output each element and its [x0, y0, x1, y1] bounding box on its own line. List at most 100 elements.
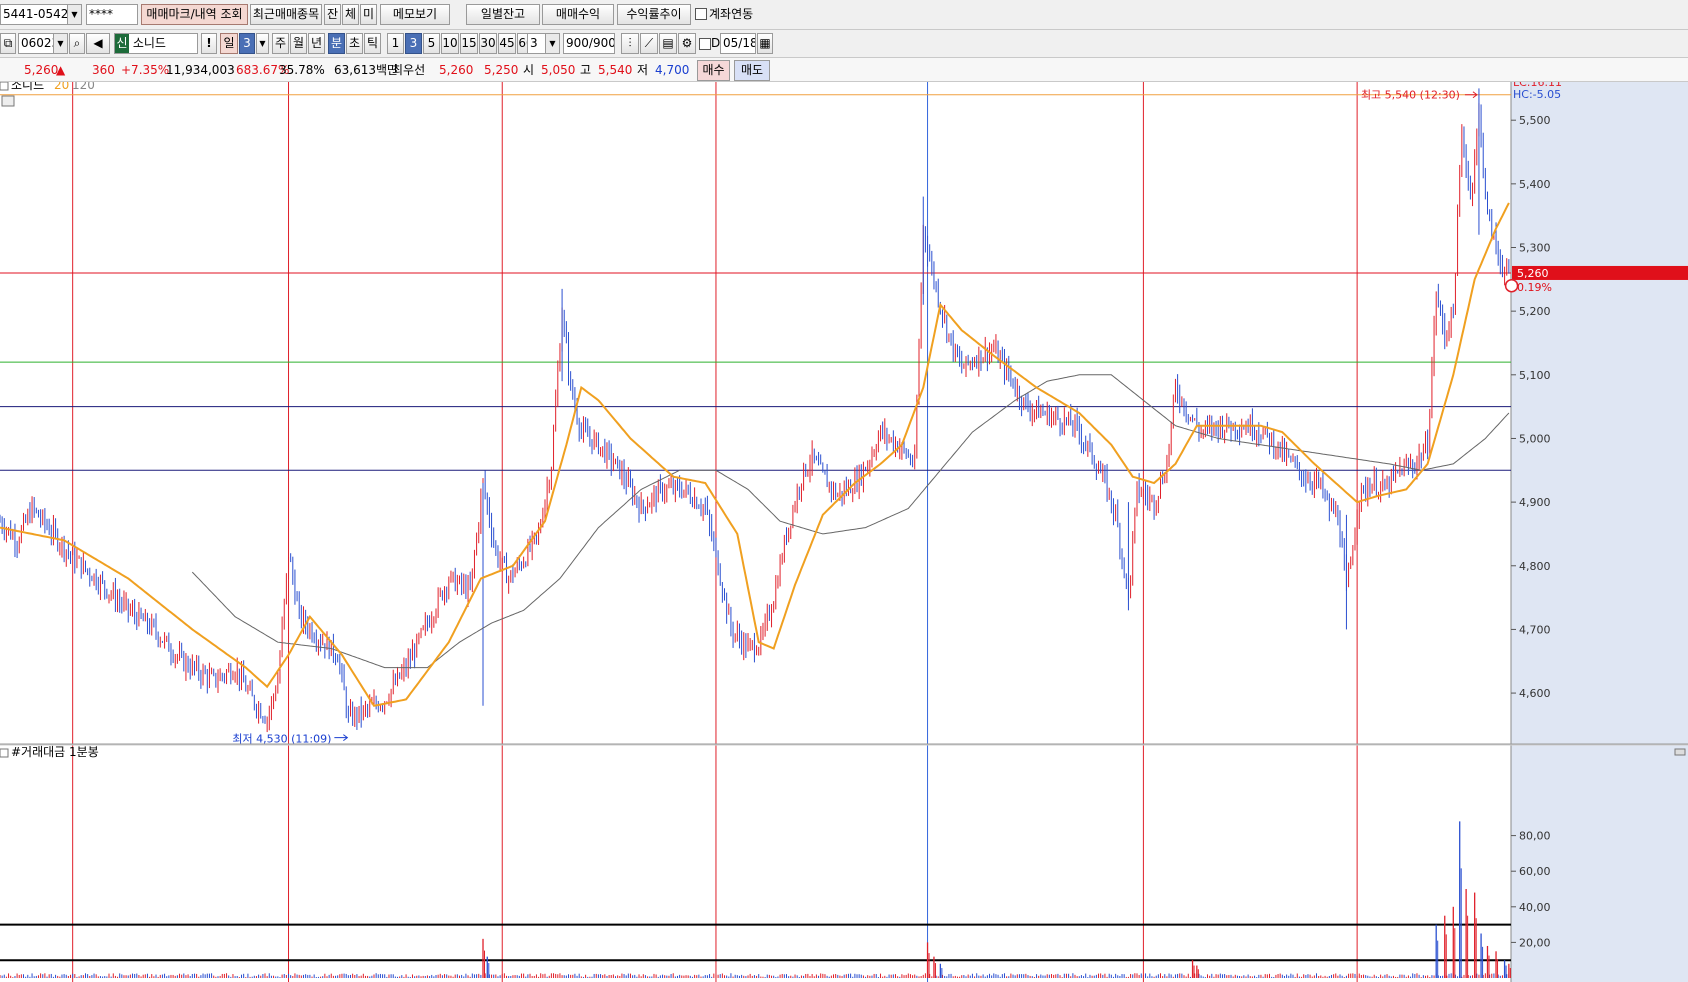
price-chart[interactable]: 4,600 4,700 4,800 4,900 5,000 5,100 5,200 5,300… — [0, 82, 1688, 800]
info-button[interactable]: ! — [201, 33, 217, 54]
volume-y-tick-label: 40,00 — [1519, 901, 1551, 914]
volume-axis-panel — [1511, 800, 1688, 982]
save-icon[interactable]: ▤ — [659, 33, 677, 54]
minute-option-5[interactable]: 5 — [423, 33, 440, 54]
legend-stock-name: 소니드 — [11, 82, 44, 92]
trade-profit-button[interactable]: 매매수익 — [542, 4, 614, 25]
account-number-combo[interactable]: 5441-0542 ▼ — [0, 4, 82, 25]
period-day-button[interactable]: 일 — [220, 33, 238, 54]
hc-label: HC:-5.05 — [1513, 88, 1561, 101]
return-trend-button[interactable]: 수익률추이 — [617, 4, 691, 25]
search-icon[interactable]: ⌕ — [69, 33, 85, 54]
chart-toolbar: ⧉ 060230 ▼ ⌕ ◀ 신 소니드 ! 일 3 ▼ 주 월 년 분 초 틱… — [0, 30, 1688, 58]
period-week-button[interactable]: 주 — [272, 33, 289, 54]
date-field[interactable]: 05/18 — [720, 33, 756, 54]
unit-second-button[interactable]: 초 — [346, 33, 363, 54]
price-change-pct: +7.35% — [121, 63, 170, 77]
display-count-field[interactable]: 900/900 — [563, 33, 615, 54]
low-price: 4,700 — [655, 63, 690, 77]
y-tick-label: 4,800 — [1519, 560, 1551, 573]
password-field[interactable]: **** — [86, 4, 138, 25]
table-toggle-icon[interactable] — [1, 95, 15, 107]
high-annotation: 최고 5,540 (12:30) — [1361, 89, 1460, 102]
y-tick-label: 4,600 — [1519, 687, 1551, 700]
calendar-icon[interactable]: ▦ — [757, 33, 773, 54]
current-pct-label: 0.19% — [1517, 281, 1552, 294]
custom-count-combo[interactable]: 3 ▼ — [527, 33, 560, 54]
custom-count-value: 3 — [530, 36, 538, 50]
stock-name-field[interactable]: 신 소니드 — [114, 33, 198, 54]
volume: 11,934,003 — [166, 63, 235, 77]
speaker-icon[interactable]: ◀ — [86, 33, 110, 54]
account-number-value: 5441-0542 — [3, 7, 69, 21]
volume-y-tick-label: 20,00 — [1519, 936, 1551, 949]
period-year-button[interactable]: 년 — [308, 33, 325, 54]
unit-minute-button[interactable]: 분 — [328, 33, 345, 54]
price-plot-area — [0, 82, 1511, 744]
tab-che[interactable]: 체 — [342, 4, 359, 25]
chevron-down-icon[interactable]: ▼ — [67, 5, 81, 24]
volume-chart[interactable]: 20,00 40,00 60,00 80,00 — [0, 800, 1688, 982]
buy-button[interactable]: 매수 — [697, 60, 730, 81]
sell-button[interactable]: 매도 — [734, 60, 770, 81]
current-price: 5,260 — [24, 63, 59, 77]
account-link-checkbox[interactable] — [695, 8, 707, 20]
minute-option-30[interactable]: 30 — [479, 33, 497, 54]
date-d-label: D — [711, 36, 721, 50]
period-month-button[interactable]: 월 — [290, 33, 307, 54]
daily-balance-button[interactable]: 일별잔고 — [466, 4, 540, 25]
chart-menu-icon[interactable]: ⧉ — [0, 33, 16, 54]
memo-button[interactable]: 메모보기 — [380, 4, 450, 25]
best-quote-label: 최우선 — [392, 63, 426, 77]
volume-title: #거래대금 1분봉 — [11, 745, 99, 759]
up-arrow-icon: ▲ — [56, 63, 66, 77]
y-tick-label: 5,200 — [1519, 305, 1551, 318]
minute-option-3[interactable]: 3 — [405, 33, 422, 54]
account-link-label: 계좌연동 — [709, 7, 754, 21]
volume-y-tick-label: 60,00 — [1519, 865, 1551, 878]
minute-option-15[interactable]: 15 — [460, 33, 478, 54]
trade-marker-icon[interactable] — [1504, 278, 1519, 293]
period-day-count[interactable]: 3 — [239, 33, 255, 54]
margin-badge: 신 — [115, 34, 129, 53]
price-change: 360 — [92, 63, 115, 77]
current-price-axis-label: 5,260 — [1517, 267, 1549, 280]
volume-plot-area — [0, 800, 1511, 982]
low-label: 저 — [637, 63, 649, 77]
legend-ma120: 120 — [72, 82, 95, 92]
y-tick-label: 5,000 — [1519, 432, 1551, 445]
unit-tick-button[interactable]: 틱 — [364, 33, 381, 54]
open-price: 5,050 — [541, 63, 576, 77]
candle-icon[interactable]: ⫶ — [621, 33, 639, 54]
legend-ma20: 20 — [54, 82, 69, 92]
stock-name: 소니드 — [132, 36, 166, 50]
date-checkbox[interactable] — [699, 38, 711, 50]
trade-amount: 63,613백만 — [334, 63, 399, 77]
minute-option-45[interactable]: 45 — [498, 33, 516, 54]
chevron-down-icon[interactable]: ▼ — [256, 33, 269, 54]
recent-items-button[interactable]: 최근매매종목 — [250, 4, 322, 25]
best-bid: 5,250 — [484, 63, 519, 77]
y-tick-label: 5,300 — [1519, 242, 1551, 255]
stock-code-combo[interactable]: 060230 ▼ — [18, 33, 68, 54]
tab-jan[interactable]: 잔 — [324, 4, 341, 25]
high-label: 고 — [580, 63, 592, 77]
chevron-down-icon[interactable]: ▼ — [53, 34, 67, 53]
account-toolbar: 5441-0542 ▼ **** 매매마크/내역 조회 최근매매종목 잔 체 미… — [0, 0, 1688, 30]
draw-tool-icon[interactable]: ⟋ — [640, 33, 658, 54]
y-tick-label: 5,400 — [1519, 178, 1551, 191]
order-mark-button[interactable]: 매매마크/내역 조회 — [141, 4, 248, 25]
y-tick-label: 5,100 — [1519, 369, 1551, 382]
y-tick-label: 4,700 — [1519, 623, 1551, 636]
volume-legend-box-icon — [0, 748, 9, 758]
chevron-down-icon[interactable]: ▼ — [545, 34, 559, 53]
pane-resize-handle[interactable] — [1674, 748, 1686, 756]
gear-icon[interactable]: ⚙ — [678, 33, 696, 54]
tab-mi[interactable]: 미 — [360, 4, 377, 25]
y-tick-label: 4,900 — [1519, 496, 1551, 509]
y-tick-label: 5,500 — [1519, 114, 1551, 127]
quote-bar: 5,260 ▲ 360 +7.35% 11,934,003 683.67% 35… — [0, 58, 1688, 82]
minute-option-1[interactable]: 1 — [387, 33, 404, 54]
high-price: 5,540 — [598, 63, 633, 77]
minute-option-10[interactable]: 10 — [441, 33, 459, 54]
